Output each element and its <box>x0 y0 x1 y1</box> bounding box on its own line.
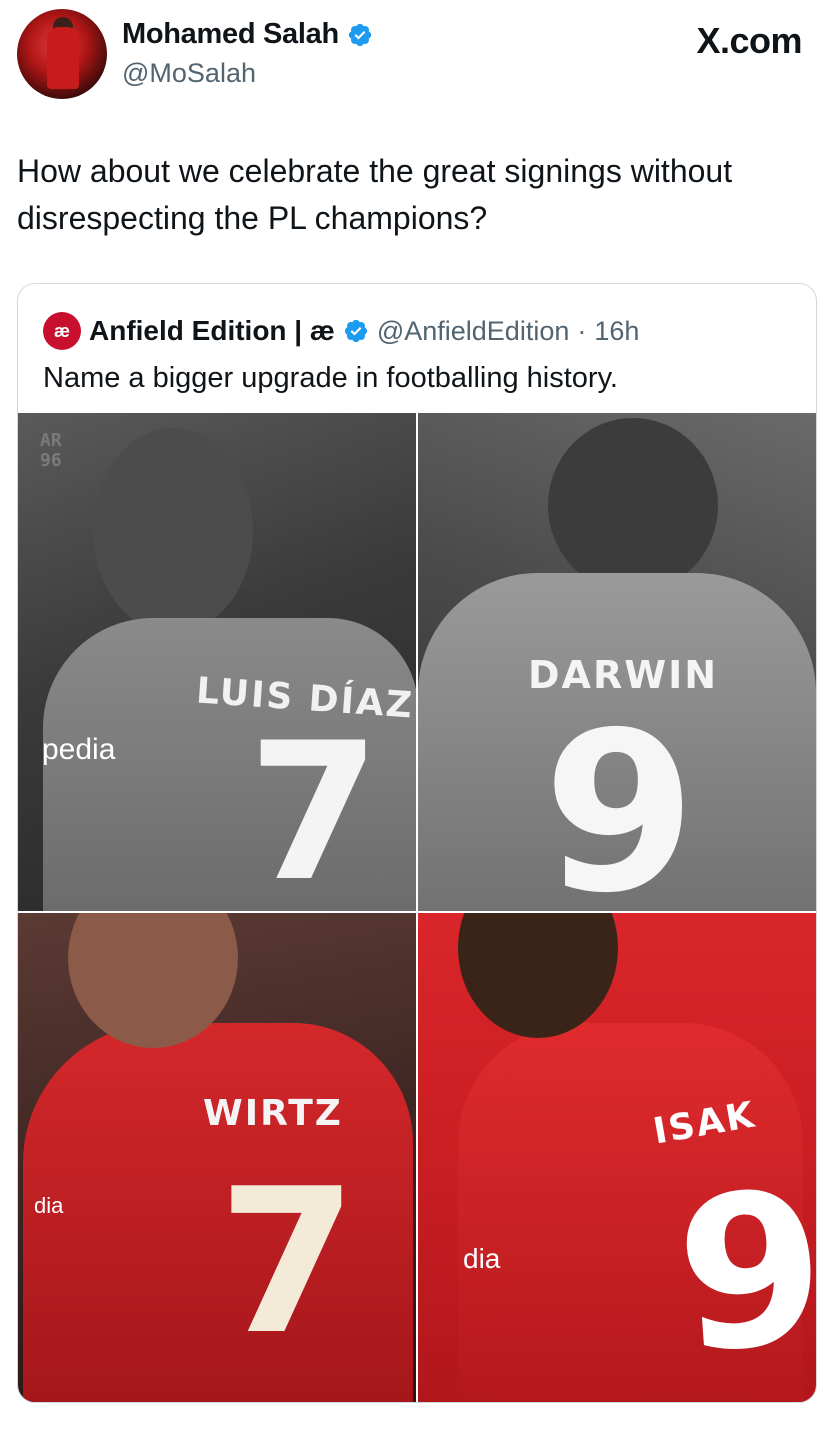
quoted-author-name[interactable]: Anfield Edition | æ <box>89 315 335 347</box>
shirt-sponsor: pedia <box>42 733 116 766</box>
watermark-logo: AR 96 <box>40 430 62 471</box>
verified-badge-icon <box>348 23 371 46</box>
player-head <box>93 428 253 633</box>
quoted-timestamp[interactable]: 16h <box>594 316 639 347</box>
tweet-header: Mohamed Salah @MoSalah X.com <box>0 0 834 110</box>
image-panel-isak[interactable]: dia ISAK 9 <box>418 913 816 1402</box>
shirt-sponsor: dia <box>463 1243 501 1274</box>
tweet-text: How about we celebrate the great signing… <box>17 153 733 236</box>
image-panel-darwin[interactable]: DARWIN 9 <box>418 413 816 911</box>
author-display-name[interactable]: Mohamed Salah <box>122 18 339 51</box>
site-brand: X.com <box>696 20 802 61</box>
separator-dot: · <box>577 315 587 346</box>
quoted-author-handle[interactable]: @AnfieldEdition <box>377 316 570 347</box>
shirt-sponsor: dia <box>34 1193 64 1218</box>
author-handle[interactable]: @MoSalah <box>122 58 256 89</box>
quoted-tweet-header: æ Anfield Edition | æ @AnfieldEdition · … <box>43 312 639 350</box>
anfield-edition-logo-icon[interactable]: æ <box>43 312 81 350</box>
author-avatar[interactable] <box>17 9 107 99</box>
verified-badge-icon <box>344 319 367 343</box>
image-panel-diaz[interactable]: AR 96 pedia LUIS DÍAZ 7 <box>18 413 416 911</box>
jersey-number: 7 <box>218 1146 358 1379</box>
player-head <box>458 913 618 1038</box>
image-panel-wirtz[interactable]: dia WIRTZ 7 <box>18 913 416 1402</box>
jersey-number: 9 <box>669 1145 816 1400</box>
author-name-row: Mohamed Salah <box>122 18 373 51</box>
quoted-tweet-card[interactable]: æ Anfield Edition | æ @AnfieldEdition · … <box>17 283 817 1403</box>
quoted-image-grid[interactable]: AR 96 pedia LUIS DÍAZ 7 DARWIN 9 dia WIR… <box>18 413 816 1402</box>
quoted-tweet-text: Name a bigger upgrade in footballing his… <box>43 362 618 394</box>
jersey-name: WIRTZ <box>203 1093 343 1134</box>
player-head <box>548 418 718 593</box>
jersey-number: 9 <box>543 685 697 911</box>
jersey-number: 7 <box>248 702 381 911</box>
